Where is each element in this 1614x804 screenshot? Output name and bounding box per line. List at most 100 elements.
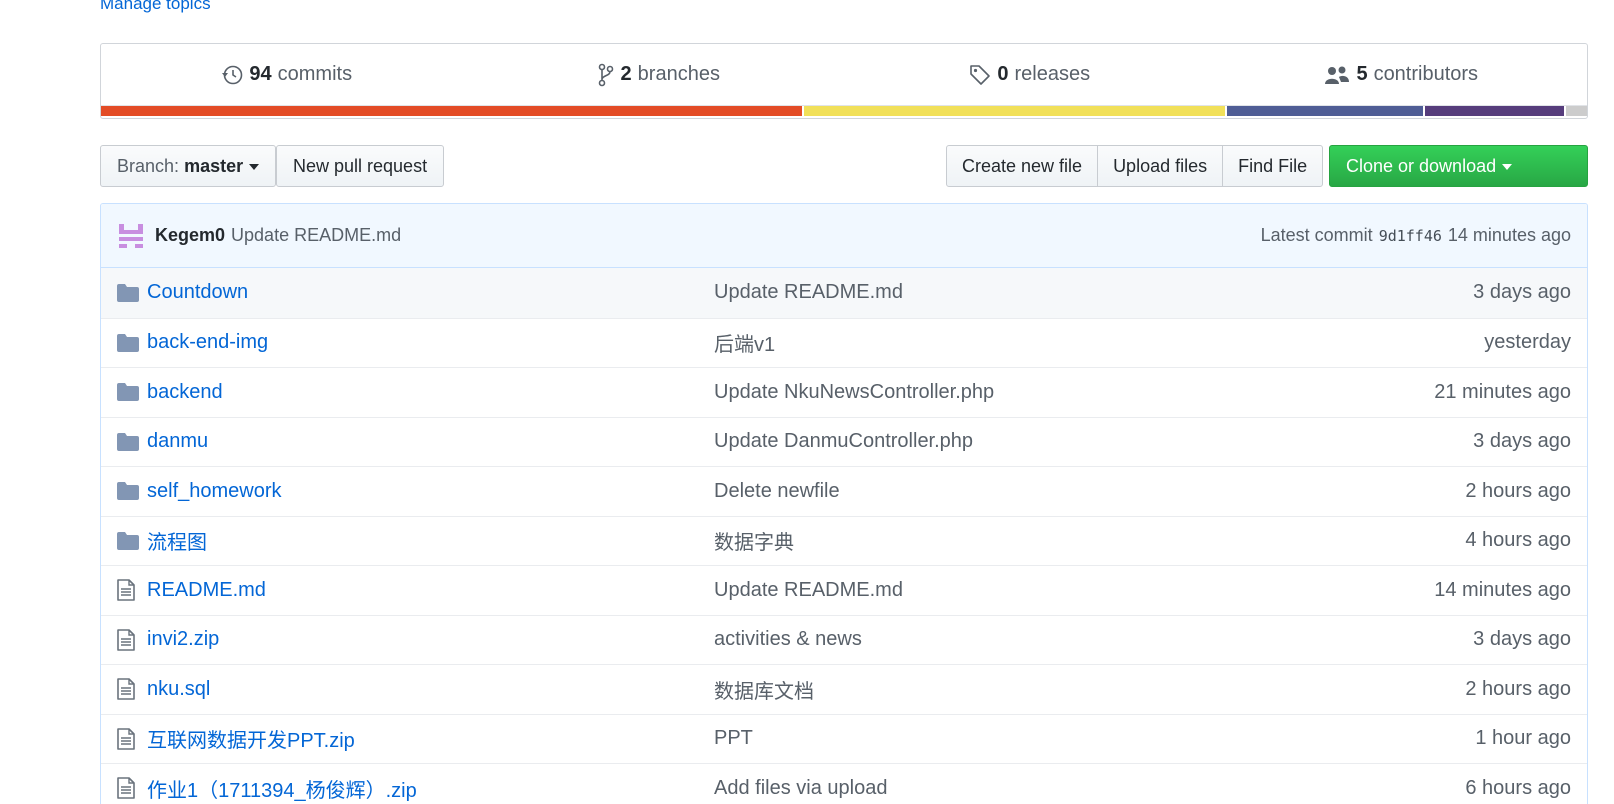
file-name-link[interactable]: danmu [147,430,714,453]
file-commit-message-link[interactable]: Update DanmuController.php [714,430,1473,453]
file-icon [117,628,139,651]
commits-count: 94 [249,63,272,85]
file-name-link[interactable]: Countdown [147,281,714,304]
file-name-link[interactable]: 作业1（1711394_杨俊辉）.zip [147,774,714,803]
file-commit-message-link[interactable]: Update README.md [714,281,1473,304]
file-age: 3 days ago [1473,628,1571,651]
file-row: nku.sql 数据库文档 2 hours ago [101,664,1587,714]
latest-commit-age: 14 minutes ago [1447,225,1571,245]
file-age: 14 minutes ago [1434,578,1571,601]
commits-link[interactable]: 94 commits [101,44,473,105]
commit-sha-link[interactable]: 9d1ff46 [1379,227,1442,245]
clone-or-download-label: Clone or download [1346,155,1497,176]
language-segment[interactable] [1227,106,1425,116]
language-bar[interactable] [101,105,1587,116]
tag-icon [970,64,991,85]
file-row: backend Update NkuNewsController.php 21 mi… [101,367,1587,417]
branch-prefix: Branch: [117,155,180,176]
language-segment[interactable] [803,106,1228,116]
history-icon [222,65,243,84]
file-commit-message-link[interactable]: 数据库文档 [714,675,1465,704]
file-name-link[interactable]: 流程图 [147,526,714,555]
folder-icon [117,482,139,501]
file-name-link[interactable]: invi2.zip [147,628,714,651]
caret-down-icon [249,164,260,170]
people-icon [1325,66,1350,84]
latest-commit-bar: Kegem0 Update README.md Latest commit 9d… [101,204,1587,268]
latest-commit-info: Latest commit 9d1ff46 14 minutes ago [1261,225,1571,246]
clone-or-download-button[interactable]: Clone or download [1329,145,1588,187]
caret-down-icon [1502,164,1513,170]
file-age: 21 minutes ago [1434,380,1571,403]
branches-link[interactable]: 2 branches [473,44,845,105]
repository-summary: 94 commits 2 branches 0 releases 5 contr… [100,43,1588,119]
find-file-label: Find File [1238,155,1308,176]
file-commit-message-link[interactable]: Update NkuNewsController.php [714,381,1434,404]
branch-select-button[interactable]: Branch: master [100,145,277,187]
file-commit-message-link[interactable]: Delete newfile [714,480,1465,503]
file-row: back-end-img 后端v1 yesterday [101,317,1587,367]
file-commit-message-link[interactable]: 后端v1 [714,328,1484,357]
contributors-count: 5 [1356,63,1368,85]
avatar[interactable] [117,222,145,250]
branch-name: master [184,155,244,176]
file-name-link[interactable]: 互联网数据开发PPT.zip [147,724,714,753]
file-row: 作业1（1711394_杨俊辉）.zip Add files via upload… [101,763,1587,804]
language-segment[interactable] [101,106,804,116]
file-name-link[interactable]: self_homework [147,480,714,503]
file-name-link[interactable]: README.md [147,579,714,602]
commit-message-link[interactable]: Update README.md [231,225,401,246]
language-segment[interactable] [1566,106,1587,116]
file-row: danmu Update DanmuController.php 3 days ag… [101,416,1587,466]
folder-icon [117,283,139,302]
file-row: README.md Update README.md 14 minutes ago [101,565,1587,615]
branches-count: 2 [620,63,632,85]
file-row: 互联网数据开发PPT.zip PPT 1 hour ago [101,713,1587,763]
folder-icon [117,432,139,451]
find-file-button[interactable]: Find File [1222,145,1324,187]
file-age: 4 hours ago [1465,529,1571,552]
numbers-summary: 94 commits 2 branches 0 releases 5 contr… [101,44,1587,105]
contributors-link[interactable]: 5 contributors [1216,44,1588,105]
file-age: 2 hours ago [1465,479,1571,502]
latest-commit-label: Latest commit [1260,225,1373,245]
commits-label: commits [277,63,353,85]
upload-files-button[interactable]: Upload files [1097,145,1224,187]
file-icon [117,727,139,750]
file-icon [117,579,139,602]
file-age: 6 hours ago [1465,776,1571,799]
file-name-link[interactable]: nku.sql [147,678,714,701]
new-pull-request-button[interactable]: New pull request [276,145,445,187]
create-new-file-button[interactable]: Create new file [946,145,1099,187]
releases-label: releases [1014,63,1091,85]
file-list: Countdown Update README.md 3 days ago back-… [101,268,1587,804]
file-icon [117,678,139,701]
file-commit-message-link[interactable]: 数据字典 [714,526,1465,555]
new-pull-request-label: New pull request [293,155,428,176]
file-commit-message-link[interactable]: Add files via upload [714,777,1465,800]
file-commit-message-link[interactable]: activities & news [714,628,1473,651]
file-age: 1 hour ago [1475,727,1571,750]
file-age: 2 hours ago [1465,677,1571,700]
releases-link[interactable]: 0 releases [844,44,1216,105]
file-name-link[interactable]: back-end-img [147,331,714,354]
git-branch-icon [598,63,613,86]
file-commit-message-link[interactable]: PPT [714,727,1475,750]
file-commit-message-link[interactable]: Update README.md [714,579,1434,602]
file-age: yesterday [1484,331,1571,354]
file-age: 3 days ago [1473,430,1571,453]
releases-count: 0 [997,63,1009,85]
file-navigation: Kegem0 Update README.md Latest commit 9d… [100,203,1588,804]
folder-icon [117,383,139,402]
upload-files-label: Upload files [1113,155,1208,176]
language-segment[interactable] [1425,106,1567,116]
manage-topics-link[interactable]: Manage topics [100,0,211,14]
contributors-label: contributors [1373,63,1479,85]
folder-icon [117,333,139,352]
create-new-file-label: Create new file [962,155,1083,176]
file-name-link[interactable]: backend [147,381,714,404]
commit-author-link[interactable]: Kegem0 [155,225,225,246]
file-icon [117,777,139,800]
folder-icon [117,531,139,550]
file-row: self_homework Delete newfile 2 hours ago [101,466,1587,516]
